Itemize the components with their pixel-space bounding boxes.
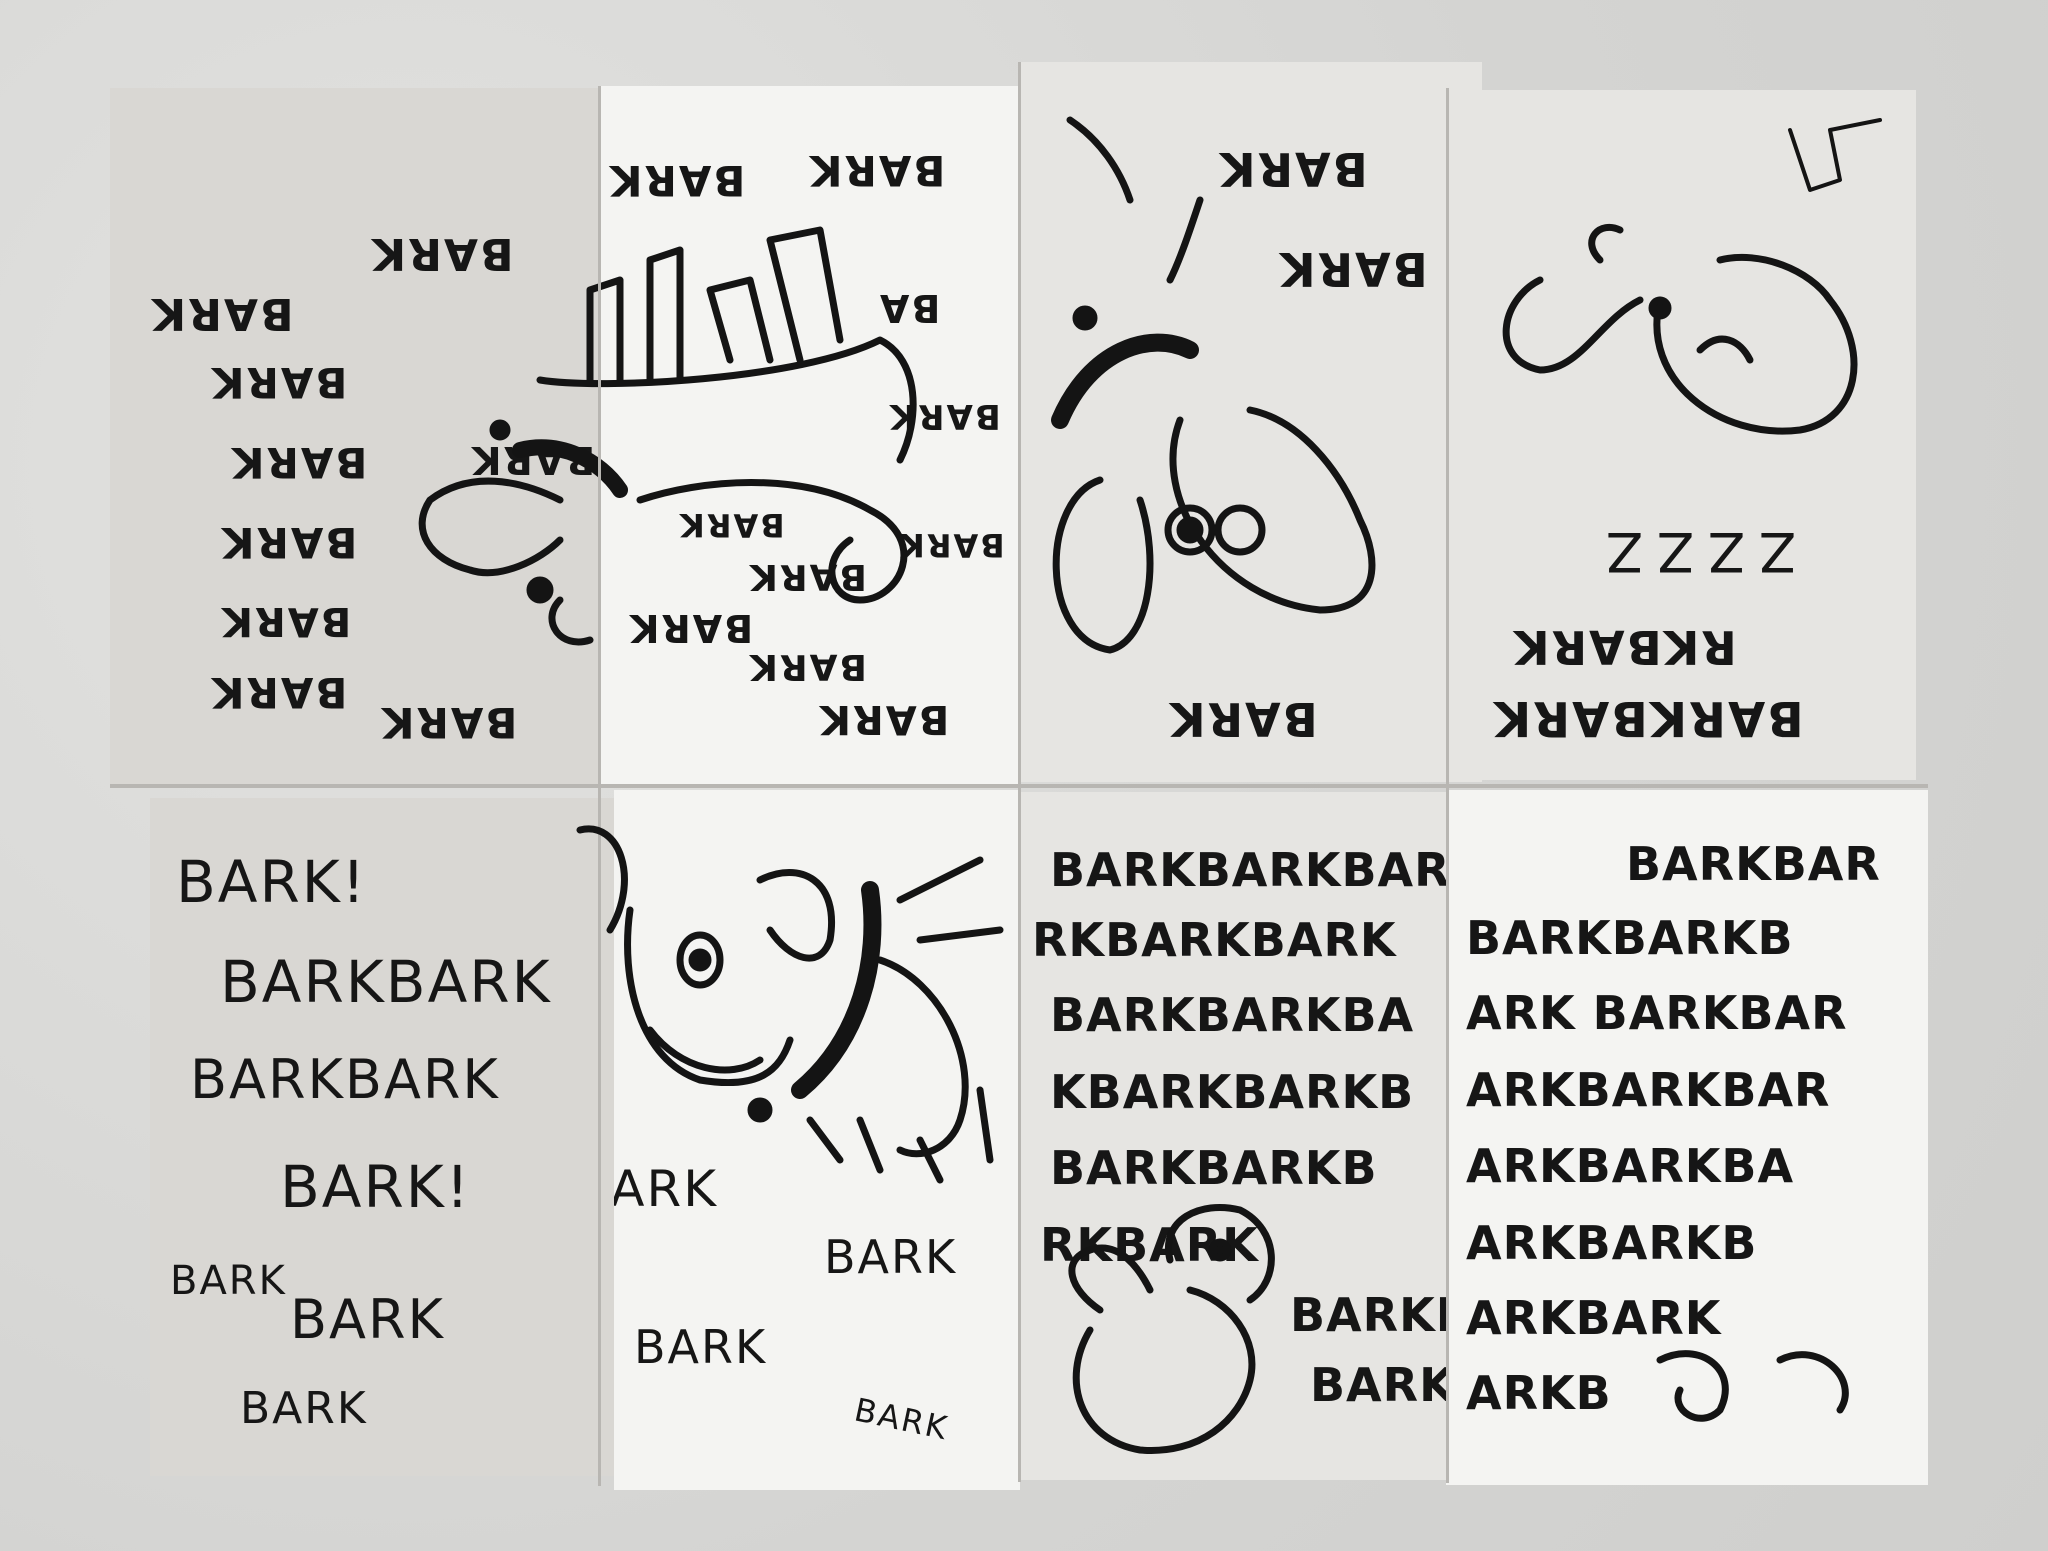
dog-eye — [1208, 1238, 1232, 1262]
barking-dog-drawing — [576, 825, 1849, 1454]
bark-line — [916, 926, 1004, 944]
small-dog-outline — [1072, 1286, 1256, 1454]
scribble-mark — [1656, 1350, 1849, 1422]
dog-ear — [756, 869, 835, 962]
dog-body — [876, 956, 969, 1158]
bark-line — [896, 856, 984, 904]
dog-nose — [747, 1097, 773, 1123]
small-dog-tail — [1068, 1244, 1154, 1314]
folded-zine: BARK BARK BARK BARK BARK BARK BARK BARK … — [0, 0, 2048, 1551]
dog-ear — [576, 825, 628, 934]
bark-line — [976, 1086, 994, 1164]
dog-collar — [791, 881, 882, 1099]
dog-leg — [806, 1116, 944, 1184]
dog-eye — [688, 948, 712, 972]
